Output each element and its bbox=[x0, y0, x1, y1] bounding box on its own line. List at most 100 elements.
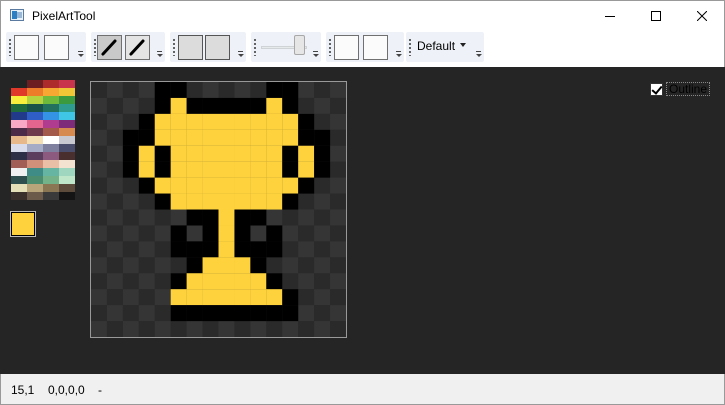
canvas-pixel[interactable] bbox=[282, 193, 299, 210]
canvas-pixel[interactable] bbox=[202, 257, 219, 274]
canvas-pixel[interactable] bbox=[170, 241, 187, 258]
canvas-pixel[interactable] bbox=[314, 129, 331, 146]
canvas-pixel[interactable] bbox=[186, 113, 203, 130]
canvas-pixel[interactable] bbox=[170, 97, 187, 114]
canvas-pixel[interactable] bbox=[154, 129, 171, 146]
tray-grip[interactable] bbox=[94, 38, 96, 56]
canvas-pixel[interactable] bbox=[218, 161, 235, 178]
palette-swatch[interactable] bbox=[43, 80, 59, 88]
canvas-pixel[interactable] bbox=[202, 145, 219, 162]
canvas-pixel[interactable] bbox=[234, 97, 251, 114]
canvas-pixel[interactable] bbox=[138, 145, 155, 162]
canvas-pixel[interactable] bbox=[266, 82, 283, 98]
palette-swatch[interactable] bbox=[11, 184, 27, 192]
palette-swatch[interactable] bbox=[43, 88, 59, 96]
canvas-pixel[interactable] bbox=[282, 305, 299, 322]
canvas-pixel[interactable] bbox=[186, 241, 203, 258]
canvas-pixel[interactable] bbox=[170, 145, 187, 162]
canvas-pixel[interactable] bbox=[186, 273, 203, 290]
toolbar-button-3[interactable] bbox=[334, 35, 359, 60]
canvas-pixel[interactable] bbox=[186, 257, 203, 274]
palette-swatch[interactable] bbox=[43, 184, 59, 192]
palette-swatch[interactable] bbox=[59, 136, 75, 144]
chevron-down-icon[interactable] bbox=[460, 43, 466, 47]
canvas-pixel[interactable] bbox=[218, 129, 235, 146]
current-color-swatch[interactable] bbox=[11, 212, 35, 236]
canvas-pixel[interactable] bbox=[202, 177, 219, 194]
palette-swatch[interactable] bbox=[27, 160, 43, 168]
canvas-pixel[interactable] bbox=[138, 113, 155, 130]
palette-swatch[interactable] bbox=[43, 128, 59, 136]
canvas-pixels[interactable] bbox=[91, 82, 346, 337]
canvas-pixel[interactable] bbox=[218, 97, 235, 114]
tray-grip[interactable] bbox=[9, 38, 11, 56]
canvas-pixel[interactable] bbox=[186, 97, 203, 114]
canvas-pixel[interactable] bbox=[218, 193, 235, 210]
canvas-pixel[interactable] bbox=[202, 305, 219, 322]
slider-thumb[interactable] bbox=[294, 35, 305, 55]
canvas-pixel[interactable] bbox=[218, 241, 235, 258]
canvas-pixel[interactable] bbox=[282, 82, 299, 98]
overflow-icon[interactable] bbox=[237, 50, 245, 60]
canvas-pixel[interactable] bbox=[202, 289, 219, 306]
palette-swatch[interactable] bbox=[27, 136, 43, 144]
tray-grip[interactable] bbox=[409, 38, 411, 56]
canvas-pixel[interactable] bbox=[250, 113, 267, 130]
canvas-pixel[interactable] bbox=[170, 129, 187, 146]
canvas-pixel[interactable] bbox=[218, 209, 235, 226]
palette-swatch[interactable] bbox=[59, 112, 75, 120]
palette-swatch[interactable] bbox=[59, 120, 75, 128]
drawing-canvas[interactable] bbox=[90, 81, 347, 338]
palette-swatch[interactable] bbox=[59, 176, 75, 184]
canvas-pixel[interactable] bbox=[154, 161, 171, 178]
canvas-pixel[interactable] bbox=[186, 305, 203, 322]
canvas-pixel[interactable] bbox=[266, 225, 283, 242]
palette-swatch[interactable] bbox=[43, 112, 59, 120]
palette-swatch[interactable] bbox=[11, 144, 27, 152]
canvas-pixel[interactable] bbox=[234, 241, 251, 258]
canvas-pixel[interactable] bbox=[266, 289, 283, 306]
palette-swatch[interactable] bbox=[43, 160, 59, 168]
palette-swatch[interactable] bbox=[43, 144, 59, 152]
canvas-pixel[interactable] bbox=[234, 289, 251, 306]
palette-swatch[interactable] bbox=[59, 80, 75, 88]
canvas-pixel[interactable] bbox=[250, 177, 267, 194]
palette-swatch[interactable] bbox=[43, 96, 59, 104]
canvas-pixel[interactable] bbox=[202, 97, 219, 114]
canvas-pixel[interactable] bbox=[218, 225, 235, 242]
palette-swatch[interactable] bbox=[11, 112, 27, 120]
palette-swatch[interactable] bbox=[59, 184, 75, 192]
palette-swatch[interactable] bbox=[59, 168, 75, 176]
palette-swatch[interactable] bbox=[43, 152, 59, 160]
canvas-pixel[interactable] bbox=[298, 145, 315, 162]
canvas-pixel[interactable] bbox=[138, 161, 155, 178]
canvas-pixel[interactable] bbox=[234, 273, 251, 290]
canvas-pixel[interactable] bbox=[266, 177, 283, 194]
palette-swatch[interactable] bbox=[43, 104, 59, 112]
palette-swatch[interactable] bbox=[59, 192, 75, 200]
canvas-pixel[interactable] bbox=[250, 129, 267, 146]
canvas-pixel[interactable] bbox=[234, 161, 251, 178]
canvas-pixel[interactable] bbox=[282, 97, 299, 114]
canvas-pixel[interactable] bbox=[154, 113, 171, 130]
canvas-pixel[interactable] bbox=[298, 161, 315, 178]
overflow-icon[interactable] bbox=[156, 50, 164, 60]
canvas-pixel[interactable] bbox=[250, 209, 267, 226]
canvas-pixel[interactable] bbox=[170, 82, 187, 98]
canvas-pixel[interactable] bbox=[138, 177, 155, 194]
canvas-pixel[interactable] bbox=[202, 225, 219, 242]
canvas-pixel[interactable] bbox=[154, 177, 171, 194]
canvas-pixel[interactable] bbox=[282, 145, 299, 162]
palette-swatch[interactable] bbox=[11, 176, 27, 184]
palette-swatch[interactable] bbox=[27, 192, 43, 200]
canvas-pixel[interactable] bbox=[218, 177, 235, 194]
canvas-pixel[interactable] bbox=[282, 129, 299, 146]
canvas-pixel[interactable] bbox=[266, 161, 283, 178]
canvas-pixel[interactable] bbox=[282, 177, 299, 194]
palette-swatch[interactable] bbox=[59, 144, 75, 152]
close-button[interactable] bbox=[679, 1, 725, 31]
canvas-pixel[interactable] bbox=[202, 241, 219, 258]
canvas-pixel[interactable] bbox=[234, 193, 251, 210]
minimize-button[interactable] bbox=[587, 1, 633, 31]
palette-swatch[interactable] bbox=[11, 88, 27, 96]
